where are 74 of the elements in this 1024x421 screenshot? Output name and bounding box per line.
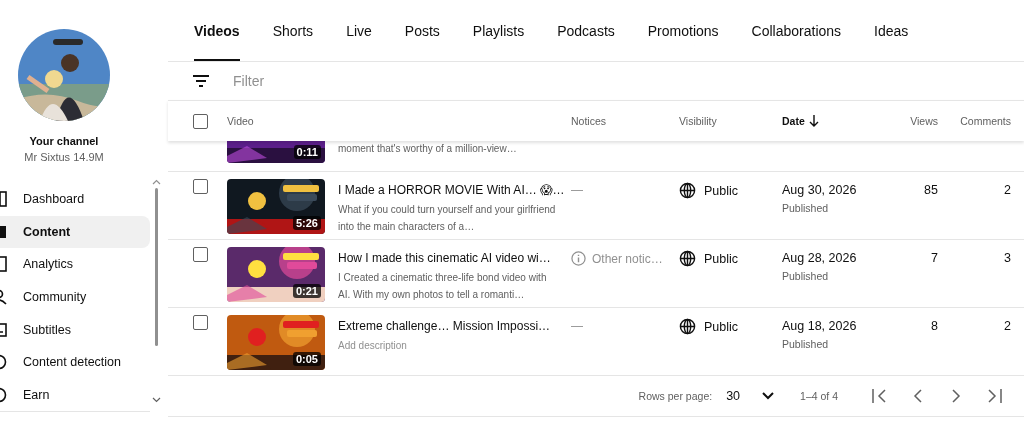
notice-text: — [571,183,583,197]
last-page-button[interactable] [986,389,1002,403]
views-count: 85 [923,183,938,197]
sidebar-item[interactable]: Subtitles [0,313,150,346]
channel-label: Your channel [29,135,99,147]
notice-text: Other notic… [592,251,663,266]
sidebar-item[interactable]: Community [0,280,150,314]
video-duration: 0:21 [292,284,321,298]
checkbox[interactable] [193,113,208,129]
sidebar-item[interactable]: Earn [0,378,150,412]
chevron-down-icon[interactable] [152,397,161,403]
tab[interactable]: Collaborations [751,0,842,61]
comments-count: 2 [1003,319,1011,333]
globe-icon [679,182,696,199]
sort-arrow-icon [808,115,819,127]
video-duration: 0:05 [292,352,321,366]
column-header[interactable]: Notices [571,115,606,127]
filter-field[interactable]: Filter [231,72,535,90]
channel-name: Mr Sixtus 14.9M [24,151,104,163]
visibility-label: Public [704,251,739,266]
tab[interactable]: Posts [404,0,440,61]
video-title[interactable]: I Made a HORROR MOVIE With AI… 😱… [338,181,565,200]
video-title[interactable]: How I made this cinematic AI video wi… [338,249,551,268]
globe-icon [679,250,696,267]
checkbox[interactable] [193,179,208,194]
checkbox[interactable] [193,247,208,262]
status-text: Published [782,202,830,214]
notice-text: — [571,319,583,333]
tab[interactable]: Videos [194,0,240,61]
sidebar-item[interactable]: Content [0,215,150,249]
sidebar-item[interactable]: Analytics [0,248,150,281]
comments-count: 2 [1003,183,1011,197]
checkbox[interactable] [193,315,208,330]
sidebar-item[interactable]: Dashboard [0,183,150,216]
visibility-label: Public [704,319,739,334]
comments-count: 3 [1003,251,1011,265]
tab[interactable]: Podcasts [557,0,615,61]
tab[interactable]: Ideas [874,0,909,61]
tab[interactable]: Shorts [272,0,314,61]
chevron-down-icon [762,392,775,400]
rows-per-page-label: Rows per page: [638,390,713,402]
video-duration: 0:11 [293,145,321,159]
tab[interactable]: Promotions [647,0,719,61]
views-count: 8 [930,319,938,333]
globe-icon [679,318,696,335]
video-description: I Created a cinematic three-life bond video with AI. With my own photos to tell a romanti… [338,271,548,302]
rows-per-page-value[interactable]: 30 [726,389,741,403]
video-description: moment that's worthy of a million-view… [338,142,518,156]
column-header[interactable]: Views [910,115,938,127]
status-text: Published [782,270,830,282]
column-header[interactable]: Visibility [679,115,717,127]
date-text: Aug 18, 2026 [782,319,858,333]
chevron-up-icon[interactable] [152,179,161,185]
video-description: Add description [338,339,408,353]
filter-icon[interactable] [193,75,209,87]
column-header[interactable]: Comments [960,115,1011,127]
video-duration: 5:26 [292,216,321,230]
date-text: Aug 28, 2026 [782,251,858,265]
sidebar-item[interactable]: Content detection [0,345,150,379]
tab[interactable]: Live [346,0,372,61]
scrollbar-thumb[interactable] [155,188,158,346]
video-title[interactable]: Extreme challenge… Mission Impossi… [338,317,551,336]
dropdown-button[interactable] [762,392,775,400]
views-count: 7 [930,251,938,265]
column-header[interactable]: Video [227,115,254,127]
page-range: 1–4 of 4 [800,390,838,402]
video-description: What if you could turn yourself and your girlfriend into the main characters of a… [338,203,556,234]
visibility-label: Public [704,183,739,198]
column-header[interactable]: Date [782,115,805,127]
info-icon [571,251,586,266]
status-text: Published [782,338,830,350]
date-text: Aug 30, 2026 [782,183,858,197]
tab[interactable]: Playlists [472,0,525,61]
first-page-button[interactable] [872,389,888,403]
